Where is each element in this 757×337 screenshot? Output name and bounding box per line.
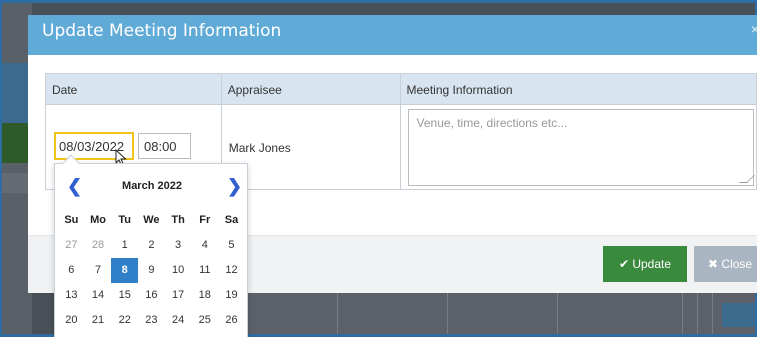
appraisee-name: Mark Jones <box>228 141 291 155</box>
meeting-information-placeholder: Venue, time, directions etc... <box>416 116 568 130</box>
background-table-cell <box>682 293 683 334</box>
column-header-date: Date <box>46 74 222 104</box>
datepicker-month-label: March 2022 <box>122 180 182 192</box>
background-table-cell <box>337 293 338 334</box>
datepicker-day[interactable]: 28 <box>85 233 112 258</box>
datepicker-day[interactable]: 5 <box>218 233 245 258</box>
background-block <box>722 303 755 327</box>
datepicker-day[interactable]: 15 <box>111 283 138 308</box>
weekday-label: Th <box>171 214 185 226</box>
modal-title: Update Meeting Information <box>42 21 282 41</box>
weekday-label: Sa <box>224 214 239 226</box>
datepicker-day[interactable]: 4 <box>191 233 218 258</box>
datepicker-day[interactable]: 13 <box>58 283 85 308</box>
close-button-label: Close <box>721 257 753 271</box>
modal-header: Update Meeting Information × <box>28 15 757 55</box>
datepicker-day[interactable]: 27 <box>58 233 85 258</box>
background-table-cell <box>557 293 558 334</box>
datepicker-weekday-row: Su Mo Tu We Th Fr Sa <box>58 208 245 233</box>
datepicker-day[interactable]: 9 <box>138 258 165 283</box>
meeting-information-textarea[interactable]: Venue, time, directions etc... <box>407 109 755 186</box>
column-header-meeting-information: Meeting Information <box>401 74 757 104</box>
datepicker-day[interactable]: 3 <box>165 233 192 258</box>
datepicker-day[interactable]: 21 <box>85 308 112 333</box>
datepicker-grid: Su Mo Tu We Th Fr Sa 27 28 1 2 3 4 5 6 7… <box>58 208 245 333</box>
background-table-cell <box>447 293 448 334</box>
datepicker-popup: March 2022 ❮ ❯ Su Mo Tu We Th Fr Sa 27 2… <box>54 154 248 337</box>
datepicker-day[interactable]: 23 <box>138 308 165 333</box>
datepicker-day[interactable]: 26 <box>218 308 245 333</box>
chevron-right-icon[interactable]: ❯ <box>227 176 242 197</box>
datepicker-day[interactable]: 18 <box>191 283 218 308</box>
datepicker-day[interactable]: 22 <box>111 308 138 333</box>
background-table-cell <box>712 293 713 334</box>
background-table <box>242 293 755 334</box>
datepicker-day[interactable]: 17 <box>165 283 192 308</box>
datepicker-day[interactable]: 7 <box>85 258 112 283</box>
datepicker-week-row: 13 14 15 16 17 18 19 <box>58 283 245 308</box>
weekday-label: Tu <box>118 214 132 226</box>
datepicker-week-row: 6 7 8 9 10 11 12 <box>58 258 245 283</box>
time-input[interactable]: 08:00 <box>138 133 191 159</box>
chevron-left-icon[interactable]: ❮ <box>67 176 82 197</box>
datepicker-day[interactable]: 24 <box>165 308 192 333</box>
datepicker-header: March 2022 ❮ ❯ <box>55 164 247 204</box>
update-button[interactable]: ✔ Update <box>603 246 687 282</box>
datepicker-week-row: 27 28 1 2 3 4 5 <box>58 233 245 258</box>
datepicker-day[interactable]: 16 <box>138 283 165 308</box>
weekday-label: Mo <box>90 214 106 226</box>
datepicker-day[interactable]: 25 <box>191 308 218 333</box>
resize-grip-icon[interactable] <box>738 175 755 183</box>
meeting-information-cell: Venue, time, directions etc... <box>401 105 757 189</box>
datepicker-day[interactable]: 20 <box>58 308 85 333</box>
datepicker-day[interactable]: 19 <box>218 283 245 308</box>
modal-close-icon[interactable]: × <box>751 21 757 37</box>
datepicker-week-row: 20 21 22 23 24 25 26 <box>58 308 245 333</box>
datepicker-day[interactable]: 10 <box>165 258 192 283</box>
check-icon: ✔ <box>618 257 629 271</box>
datepicker-day[interactable]: 14 <box>85 283 112 308</box>
datepicker-day[interactable]: 11 <box>191 258 218 283</box>
datepicker-day-selected[interactable]: 8 <box>111 258 139 283</box>
datepicker-day[interactable]: 12 <box>218 258 245 283</box>
close-button[interactable]: ✖ Close <box>694 246 757 282</box>
table-header-row: Date Appraisee Meeting Information <box>46 74 757 105</box>
weekday-label: We <box>143 214 160 226</box>
update-button-label: Update <box>632 257 672 271</box>
datepicker-day[interactable]: 1 <box>111 233 138 258</box>
times-icon: ✖ <box>708 257 719 271</box>
appraisee-cell: Mark Jones <box>222 105 401 189</box>
weekday-label: Su <box>64 214 79 226</box>
datepicker-day[interactable]: 2 <box>138 233 165 258</box>
background-table-cell <box>697 293 698 334</box>
weekday-label: Fr <box>199 214 211 226</box>
column-header-appraisee: Appraisee <box>222 74 401 104</box>
datepicker-day[interactable]: 6 <box>58 258 85 283</box>
